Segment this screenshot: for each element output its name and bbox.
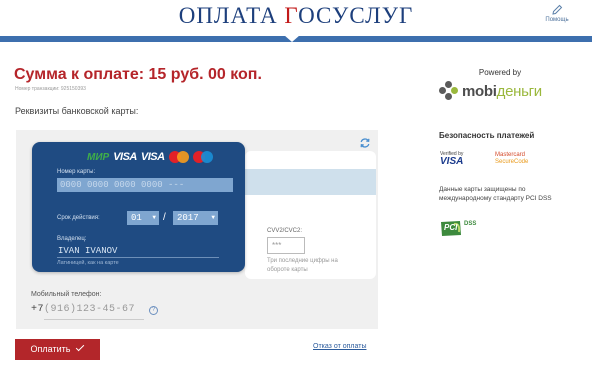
- header-notch: [284, 35, 300, 42]
- maestro-logo-icon: [192, 151, 213, 163]
- logo-prefix: ОПЛАТА: [178, 3, 285, 28]
- pci-dss-label: DSS: [464, 221, 477, 227]
- pay-button-label: Оплатить: [30, 344, 71, 354]
- mobi-text: mobiденьги: [462, 83, 542, 100]
- cvv-input[interactable]: ***: [267, 237, 305, 254]
- owner-hint: Латиницей, как на карте: [57, 260, 119, 266]
- cvv-label: CVV2/CVC2:: [267, 228, 303, 234]
- mastercard-securecode-logo: Mastercard SecureCode: [495, 152, 528, 166]
- site-logo[interactable]: ОПЛАТА ГОСУСЛУГ: [0, 3, 592, 29]
- expiry-year-select[interactable]: 2017 ▼: [173, 211, 218, 225]
- card-form-area: CVV2/CVC2: *** Три последние цифры на об…: [16, 130, 378, 329]
- visa-electron-logo: VISA: [140, 151, 165, 163]
- payment-page: ОПЛАТА ГОСУСЛУГ Помощь Сумма к оплате: 1…: [0, 0, 592, 391]
- card-number-input[interactable]: 0000 0000 0000 0000 ---: [57, 178, 233, 192]
- security-text: Данные карты защищены по международному …: [439, 186, 552, 202]
- phone-underline: [44, 319, 144, 320]
- phone-input[interactable]: +7(916)123-45-67: [31, 304, 135, 315]
- card-brand-logos: МИР VISA VISA: [87, 151, 213, 163]
- mobi-brand-accent: деньги: [496, 82, 543, 100]
- expiry-separator: /: [163, 212, 166, 223]
- transaction-number: Номер транзакции: 925150393: [15, 86, 86, 92]
- chevron-down-icon: ▼: [152, 214, 156, 221]
- card-front: МИР VISA VISA Номер карты: 0000 0000 000…: [32, 142, 245, 272]
- pci-label: PCI: [444, 223, 458, 232]
- phone-label: Мобильный телефон:: [31, 291, 102, 298]
- expiry-month-value: 01: [131, 213, 142, 223]
- chevron-down-icon: ▼: [211, 214, 215, 221]
- expiry-month-select[interactable]: 01 ▼: [127, 211, 159, 225]
- header: ОПЛАТА ГОСУСЛУГ Помощь: [0, 0, 592, 38]
- logo-suffix: ОСУСЛУГ: [298, 3, 414, 28]
- mastercard-logo-icon: [168, 151, 189, 163]
- pencil-icon: [552, 4, 563, 15]
- mobi-dots-icon: [439, 81, 459, 101]
- cvv-hint: Три последние цифры на обороте карты: [267, 258, 338, 273]
- card-back: CVV2/CVC2: *** Три последние цифры на об…: [245, 151, 376, 279]
- mc-line1: Mastercard: [495, 152, 526, 158]
- requisites-label: Реквизиты банковской карты:: [15, 106, 139, 116]
- amount-title: Сумма к оплате: 15 руб. 00 коп.: [14, 66, 262, 83]
- logo-g: Г: [284, 3, 299, 28]
- phone-prefix: +7: [31, 304, 45, 315]
- vbv-visa: VISA: [440, 156, 464, 167]
- pay-button[interactable]: Оплатить: [15, 339, 100, 360]
- magnetic-stripe: [245, 169, 376, 195]
- card-number-label: Номер карты:: [57, 169, 96, 175]
- mc-line2: SecureCode: [495, 159, 529, 165]
- check-icon: [76, 342, 85, 352]
- expiry-year-value: 2017: [177, 213, 199, 223]
- refresh-icon: [360, 138, 370, 148]
- expiry-label: Срок действия:: [57, 215, 100, 221]
- pci-dss-logo: PCI DSS: [440, 220, 484, 237]
- security-title: Безопасность платежей: [439, 131, 535, 140]
- mobi-dengi-logo: mobiденьги: [439, 80, 565, 102]
- help-link[interactable]: Помощь: [542, 4, 572, 23]
- verified-by-visa-logo: Verified by VISA: [440, 151, 480, 167]
- powered-by-label: Powered by: [478, 68, 522, 77]
- decline-link[interactable]: Отказ от оплаты: [313, 343, 366, 350]
- help-label: Помощь: [545, 17, 569, 23]
- owner-label: Владелец:: [57, 236, 87, 242]
- owner-input[interactable]: IVAN IVANOV: [57, 246, 219, 258]
- mobi-brand: mobi: [462, 82, 497, 100]
- info-icon[interactable]: ?: [149, 306, 158, 315]
- visa-logo: VISA: [113, 151, 137, 163]
- phone-placeholder: (916)123-45-67: [44, 304, 136, 315]
- mir-logo: МИР: [87, 151, 110, 163]
